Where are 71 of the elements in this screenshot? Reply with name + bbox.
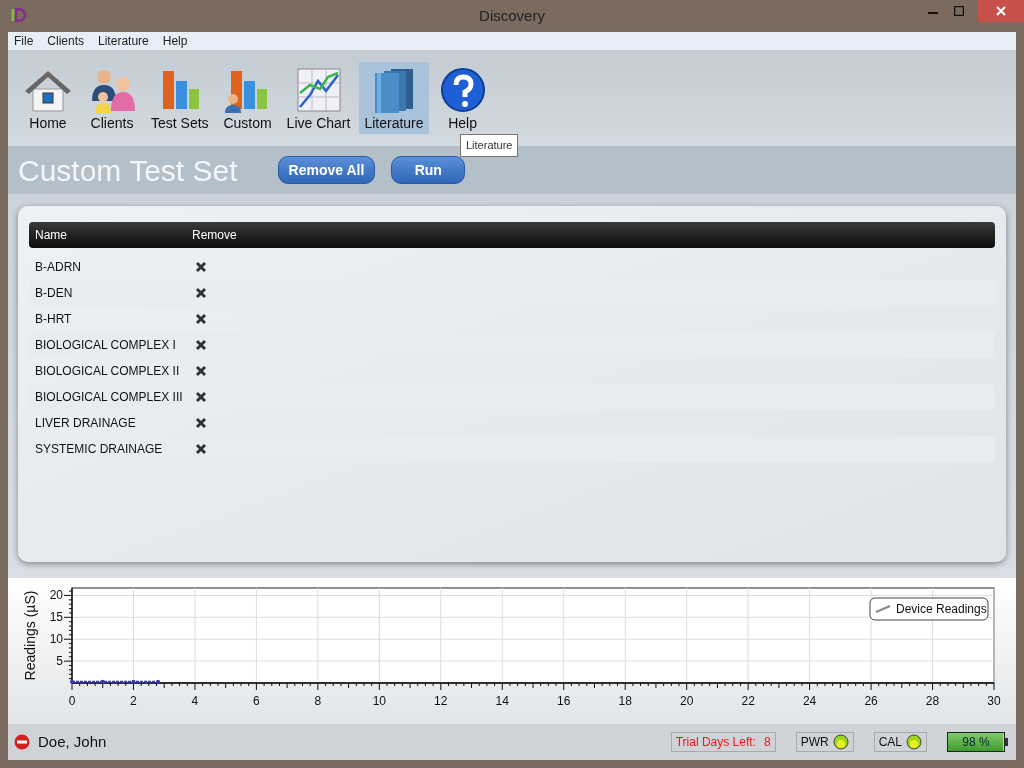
x-tick-label: 18 xyxy=(618,694,632,708)
x-tick-label: 24 xyxy=(802,694,817,708)
x-tick-label: 14 xyxy=(495,694,509,708)
remove-icon[interactable] xyxy=(195,339,207,351)
x-tick-label: 2 xyxy=(130,694,137,708)
app-logo-icon xyxy=(10,7,26,23)
data-point xyxy=(131,679,136,684)
menu-item[interactable]: Help xyxy=(162,32,188,50)
remove-icon[interactable] xyxy=(195,391,207,403)
table-cell-text: LIVER DRAINAGE xyxy=(34,415,137,432)
toolbar-button[interactable]: Clients xyxy=(82,62,142,134)
toolbar-button[interactable]: Help xyxy=(432,62,493,134)
x-tick-label: 28 xyxy=(925,694,940,708)
table-cell-text: B-ADRN xyxy=(34,259,82,276)
remove-icon[interactable] xyxy=(195,313,207,325)
column-header: Name xyxy=(34,227,68,244)
table-cell-text: B-DEN xyxy=(34,285,74,302)
x-tick-label: 30 xyxy=(987,694,1001,708)
trial-label: Trial Days Left: xyxy=(675,734,756,751)
table-cell-text: BIOLOGICAL COMPLEX I xyxy=(34,337,177,354)
action-button[interactable]: Remove All xyxy=(277,156,376,184)
x-tick-label: 8 xyxy=(314,694,322,708)
y-axis-label: Readings (µS) xyxy=(22,590,38,681)
chart-legend: Device Readings xyxy=(869,597,989,621)
toolbar-button[interactable]: Literature xyxy=(359,62,429,134)
window-title: Discovery xyxy=(479,5,545,26)
x-tick-label: 12 xyxy=(434,694,448,708)
data-point xyxy=(70,679,74,684)
table-cell-text: B-HRT xyxy=(34,311,73,328)
remove-icon[interactable] xyxy=(195,365,207,377)
remove-icon[interactable] xyxy=(195,443,207,455)
page-title: Custom Test Set xyxy=(18,152,238,189)
tooltip: Literature xyxy=(460,134,519,157)
x-tick-label: 0 xyxy=(68,694,76,708)
close-icon xyxy=(996,6,1006,16)
action-button[interactable]: Run xyxy=(391,156,466,184)
toolbar-button[interactable]: Home xyxy=(18,62,78,134)
x-tick-label: 20 xyxy=(680,694,694,708)
trial-days-value: 8 xyxy=(763,734,771,751)
table-cell-text: SYSTEMIC DRAINAGE xyxy=(34,441,164,458)
maximize-icon xyxy=(954,6,964,16)
indicator-label: CAL xyxy=(878,734,902,751)
toolbar-button[interactable]: Test Sets xyxy=(146,62,214,134)
remove-icon[interactable] xyxy=(195,417,207,429)
table-cell-text: BIOLOGICAL COMPLEX III xyxy=(34,389,184,406)
menu-item[interactable]: Clients xyxy=(47,32,85,50)
data-point xyxy=(156,679,161,684)
battery-reading: 98 % xyxy=(961,734,991,751)
x-tick-label: 26 xyxy=(864,694,878,708)
y-tick-label: 15 xyxy=(49,610,63,625)
remove-icon[interactable] xyxy=(195,287,207,299)
toolbar-button[interactable]: Live Chart xyxy=(281,62,356,134)
user-name: Doe, John xyxy=(38,731,107,752)
column-header: Remove xyxy=(192,227,237,244)
x-tick-label: 22 xyxy=(741,694,755,708)
x-tick-label: 4 xyxy=(191,694,199,708)
x-tick-label: 10 xyxy=(372,694,386,708)
toolbar-button[interactable]: Custom xyxy=(217,62,278,134)
y-tick-label: 10 xyxy=(49,632,63,647)
no-entry-icon xyxy=(14,734,30,750)
menu-item[interactable]: Literature xyxy=(98,32,149,50)
x-tick-label: 6 xyxy=(253,694,260,708)
data-point xyxy=(100,679,105,684)
remove-icon[interactable] xyxy=(195,261,207,273)
x-tick-label: 16 xyxy=(557,694,571,708)
menu-item[interactable]: File xyxy=(14,32,34,50)
y-tick-label: 5 xyxy=(56,654,63,669)
table-cell-text: BIOLOGICAL COMPLEX II xyxy=(34,363,181,380)
y-tick-label: 20 xyxy=(49,588,63,603)
close-button[interactable] xyxy=(978,0,1024,22)
indicator-label: PWR xyxy=(800,734,829,751)
